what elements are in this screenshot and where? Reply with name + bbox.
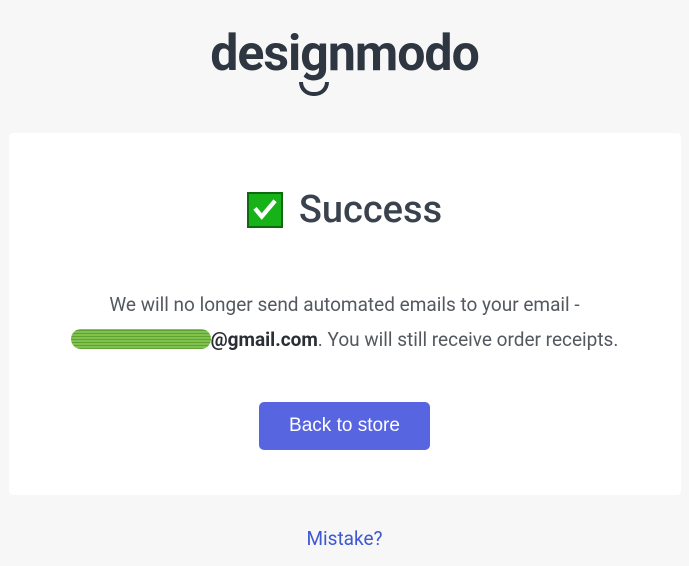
success-card: Success We will no longer send automated… <box>9 133 681 495</box>
back-to-store-button[interactable]: Back to store <box>259 402 430 450</box>
message-prefix: We will no longer send automated emails … <box>109 293 579 316</box>
check-icon <box>247 192 283 228</box>
message-suffix: . You will still receive order receipts. <box>318 328 619 351</box>
mistake-link[interactable]: Mistake? <box>306 527 382 550</box>
logo-text-part2: nmodo <box>328 25 479 83</box>
logo-text-part1: desi <box>210 25 300 83</box>
success-message: We will no longer send automated emails … <box>49 287 641 357</box>
logo-g-char: g <box>300 25 328 83</box>
heading-row: Success <box>49 188 641 232</box>
email-domain: @gmail.com <box>211 328 318 351</box>
brand-logo: designmodo <box>210 25 479 83</box>
redacted-email-local <box>71 329 211 349</box>
success-heading: Success <box>299 188 442 232</box>
